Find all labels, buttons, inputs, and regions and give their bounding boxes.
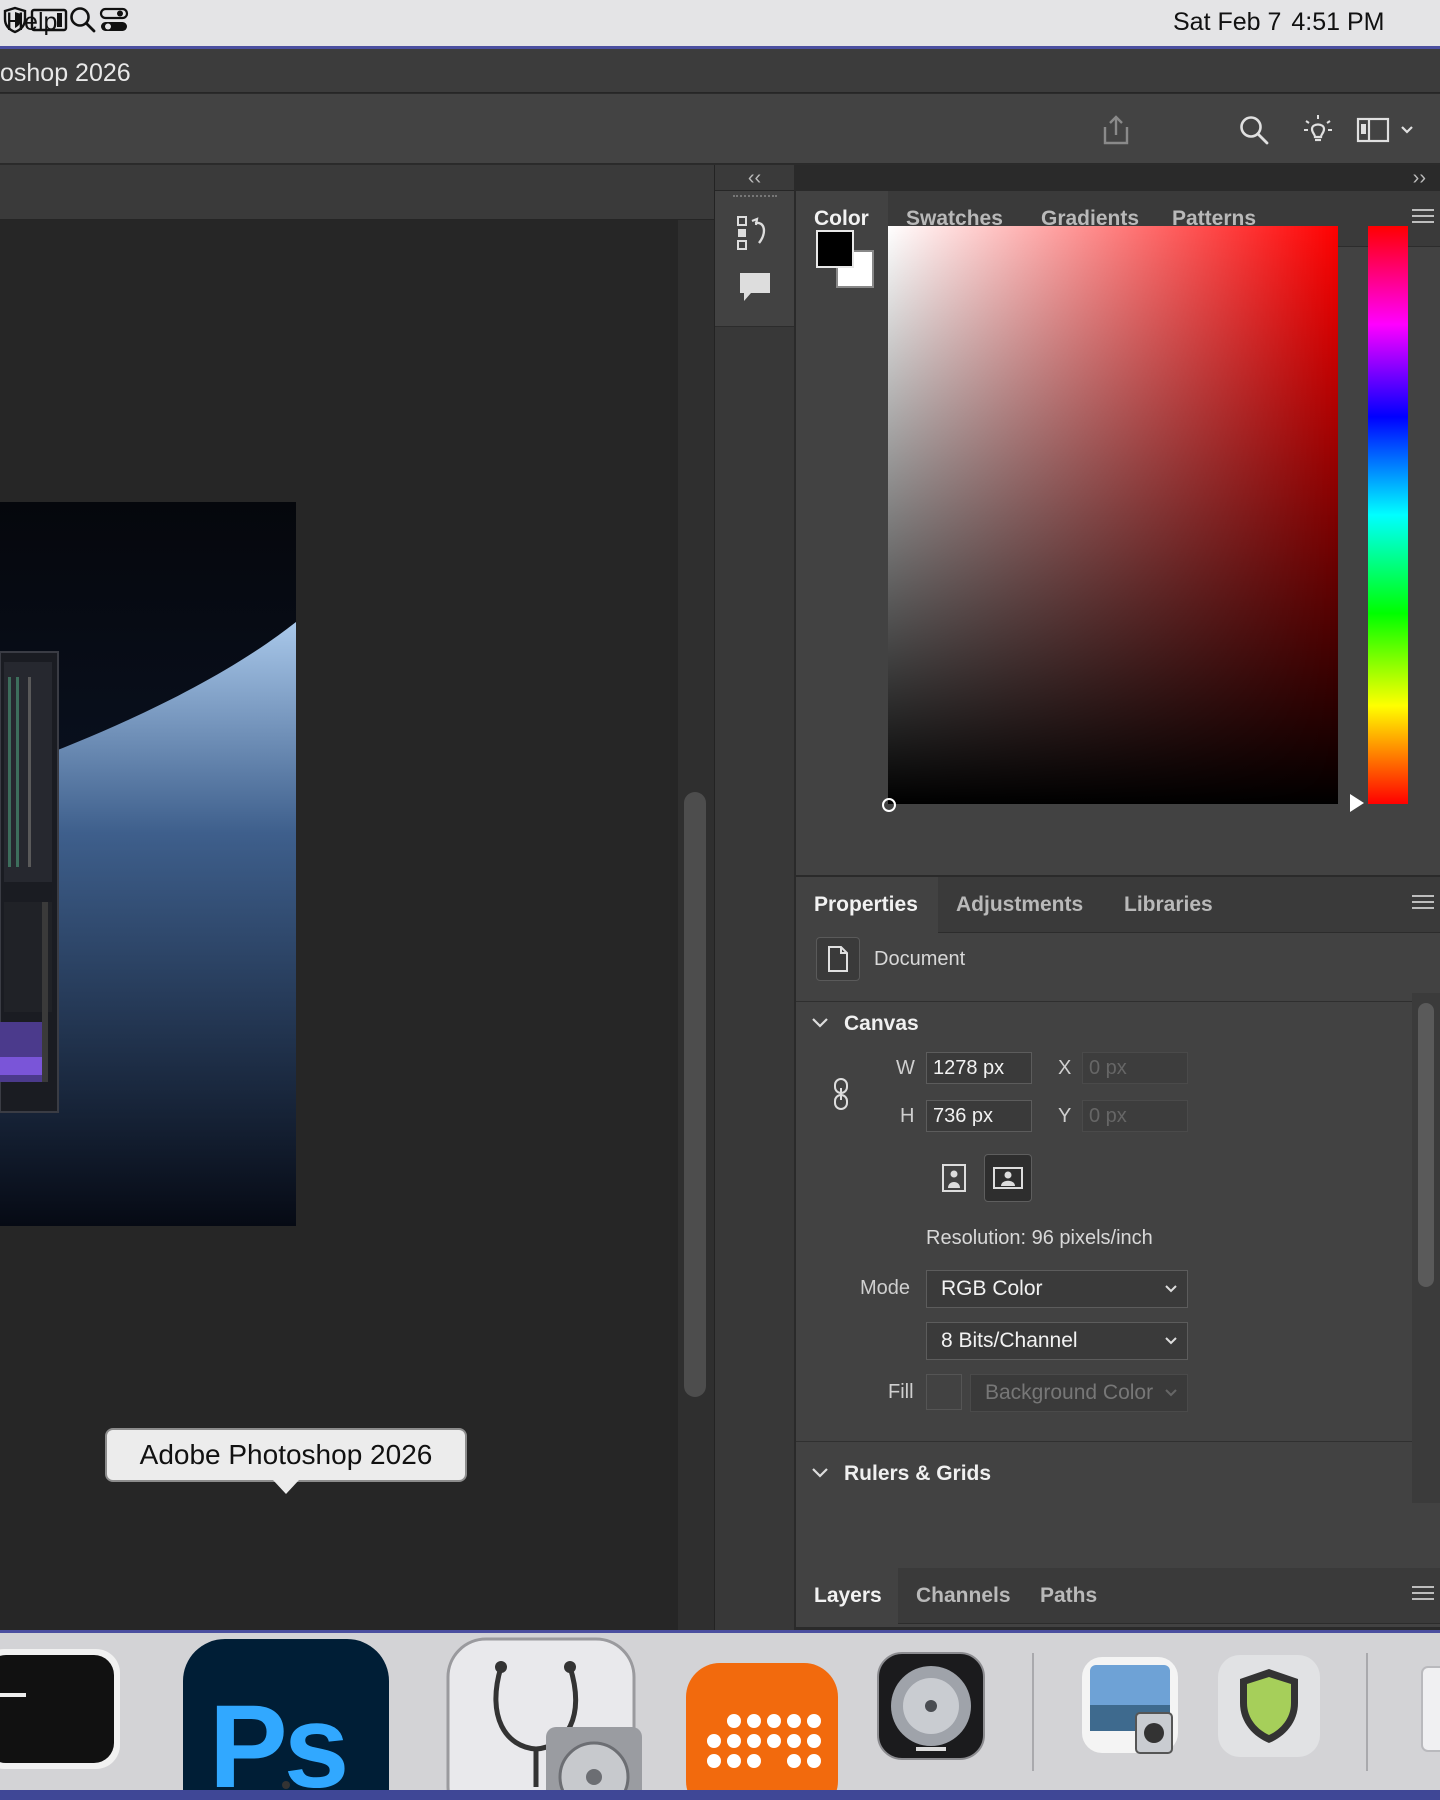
- layers-panel: Layers Channels Paths: [796, 1568, 1440, 1627]
- width-field[interactable]: 1278 px: [926, 1052, 1032, 1084]
- tab-channels[interactable]: Channels: [898, 1568, 1029, 1624]
- help-menu[interactable]: Help: [6, 8, 57, 37]
- spotlight-search-icon[interactable]: [68, 5, 98, 42]
- fill-label: Fill: [888, 1381, 914, 1403]
- panel-menu-icon[interactable]: [1412, 209, 1434, 227]
- x-label: X: [1058, 1057, 1072, 1079]
- orientation-buttons: [930, 1154, 1040, 1204]
- chevron-down-icon: [810, 1012, 832, 1036]
- foreground-color-swatch[interactable]: [816, 230, 854, 268]
- tab-layers[interactable]: Layers: [796, 1568, 898, 1624]
- landscape-orientation-icon[interactable]: [984, 1154, 1032, 1202]
- divider: [796, 1001, 1440, 1002]
- photoshop-app[interactable]: Ps: [183, 1639, 389, 1800]
- height-label: H: [900, 1105, 915, 1127]
- collapse-left-icon[interactable]: ‹‹: [715, 165, 794, 191]
- chevron-down-icon: [810, 1462, 832, 1486]
- control-center-icon[interactable]: [98, 5, 130, 42]
- collapse-right-icon[interactable]: ››: [1413, 165, 1426, 191]
- document-icon: [816, 937, 860, 981]
- properties-panel: Properties Adjustments Libraries Documen…: [796, 877, 1440, 1609]
- history-icon[interactable]: [735, 213, 775, 258]
- resolution-text: Resolution: 96 pixels/inch: [926, 1227, 1153, 1249]
- document-label: Document: [874, 948, 966, 970]
- clock-time: 4:51 PM: [1291, 8, 1385, 36]
- clock-date: Sat Feb 7: [1173, 8, 1282, 36]
- canvas-section-title: Canvas: [844, 1012, 919, 1035]
- height-field[interactable]: 736 px: [926, 1100, 1032, 1132]
- dock-separator: [1032, 1653, 1034, 1771]
- tab-properties[interactable]: Properties: [796, 877, 938, 933]
- color-panel: Color Swatches Gradients Patterns: [796, 191, 1440, 875]
- photoshop-app-label: Ps: [209, 1681, 349, 1800]
- x-field[interactable]: 0 px: [1082, 1052, 1188, 1084]
- lightbulb-icon[interactable]: [1298, 110, 1338, 150]
- width-label: W: [896, 1057, 915, 1079]
- properties-scrollbar[interactable]: [1412, 993, 1440, 1503]
- y-label: Y: [1058, 1105, 1072, 1127]
- terminal-app[interactable]: [0, 1645, 124, 1773]
- chevron-down-icon: [1163, 1375, 1179, 1423]
- hue-slider-marker[interactable]: [1350, 794, 1364, 812]
- fill-select[interactable]: Background Color: [970, 1374, 1188, 1412]
- rulers-grids-title: Rulers & Grids: [844, 1462, 992, 1485]
- canvas-image[interactable]: [0, 502, 296, 1226]
- screen-bottom-border: [0, 1790, 1440, 1800]
- dock-separator: [1366, 1653, 1368, 1771]
- canvas-section-header[interactable]: Canvas: [810, 1012, 919, 1036]
- scrollbar-thumb[interactable]: [684, 792, 706, 1397]
- window-title: oshop 2026: [0, 59, 131, 87]
- y-field[interactable]: 0 px: [1082, 1100, 1188, 1132]
- tooltip-text: Adobe Photoshop 2026: [139, 1439, 433, 1470]
- link-dimensions-icon[interactable]: [830, 1076, 852, 1117]
- hue-slider[interactable]: [1368, 226, 1408, 804]
- chevron-down-icon: [1163, 1323, 1179, 1371]
- dock-tooltip: Adobe Photoshop 2026: [105, 1428, 467, 1494]
- bit-depth-value: 8 Bits/Channel: [941, 1329, 1078, 1352]
- share-icon[interactable]: [1096, 110, 1136, 150]
- color-picker-marker[interactable]: [882, 798, 896, 812]
- divider: [796, 1441, 1412, 1442]
- tab-adjustments[interactable]: Adjustments: [938, 877, 1101, 933]
- document-area: Adobe Photoshop 2026: [0, 165, 714, 1630]
- running-indicator: [282, 1781, 290, 1789]
- rulers-grids-section-header[interactable]: Rulers & Grids: [810, 1462, 991, 1486]
- macos-dock: Ps: [0, 1633, 1440, 1800]
- panel-dock: ›› Color Swatches Gradients Patterns Pro…: [794, 165, 1440, 1630]
- collapsed-panel-stack: [715, 191, 795, 327]
- tab-libraries[interactable]: Libraries: [1106, 877, 1231, 933]
- mode-label: Mode: [860, 1277, 911, 1299]
- menubar-clock[interactable]: Sat Feb 7 4:51 PM: [1173, 8, 1385, 37]
- disk-utility-app[interactable]: [446, 1637, 656, 1800]
- trash-app[interactable]: [1418, 1653, 1440, 1763]
- document-tab-strip: [0, 165, 714, 220]
- properties-panel-tabs: Properties Adjustments Libraries: [796, 877, 1440, 933]
- macos-menu-bar: Help Sat Feb 7 4:51 PM: [0, 0, 1440, 46]
- portrait-orientation-icon[interactable]: [930, 1154, 978, 1202]
- color-mode-select[interactable]: RGB Color: [926, 1270, 1188, 1308]
- comments-icon[interactable]: [737, 269, 773, 310]
- scrollbar-thumb[interactable]: [1418, 1003, 1434, 1287]
- tab-paths[interactable]: Paths: [1022, 1568, 1115, 1624]
- color-mode-value: RGB Color: [941, 1277, 1043, 1300]
- collapsed-panel-column: ‹‹: [714, 165, 795, 1630]
- layers-panel-tabs: Layers Channels Paths: [796, 1568, 1440, 1624]
- workspace-switcher-icon[interactable]: [1356, 110, 1416, 150]
- saturation-brightness-field[interactable]: [888, 226, 1338, 804]
- fill-value: Background Color: [985, 1381, 1154, 1404]
- bit-depth-select[interactable]: 8 Bits/Channel: [926, 1322, 1188, 1360]
- chevron-down-icon: [1163, 1271, 1179, 1319]
- document-title-bar[interactable]: oshop 2026: [0, 49, 1440, 93]
- drag-handle[interactable]: [733, 195, 777, 203]
- logic-pro-app[interactable]: [876, 1651, 986, 1761]
- search-icon[interactable]: [1234, 110, 1274, 150]
- grid-app[interactable]: [686, 1663, 838, 1800]
- options-bar: [0, 94, 1440, 164]
- fill-swatch[interactable]: [926, 1374, 962, 1410]
- canvas-artwork: [0, 622, 296, 1226]
- preview-app[interactable]: [1078, 1653, 1188, 1763]
- security-app[interactable]: [1214, 1651, 1324, 1761]
- panel-menu-icon[interactable]: [1412, 1586, 1434, 1604]
- panel-menu-icon[interactable]: [1412, 895, 1434, 913]
